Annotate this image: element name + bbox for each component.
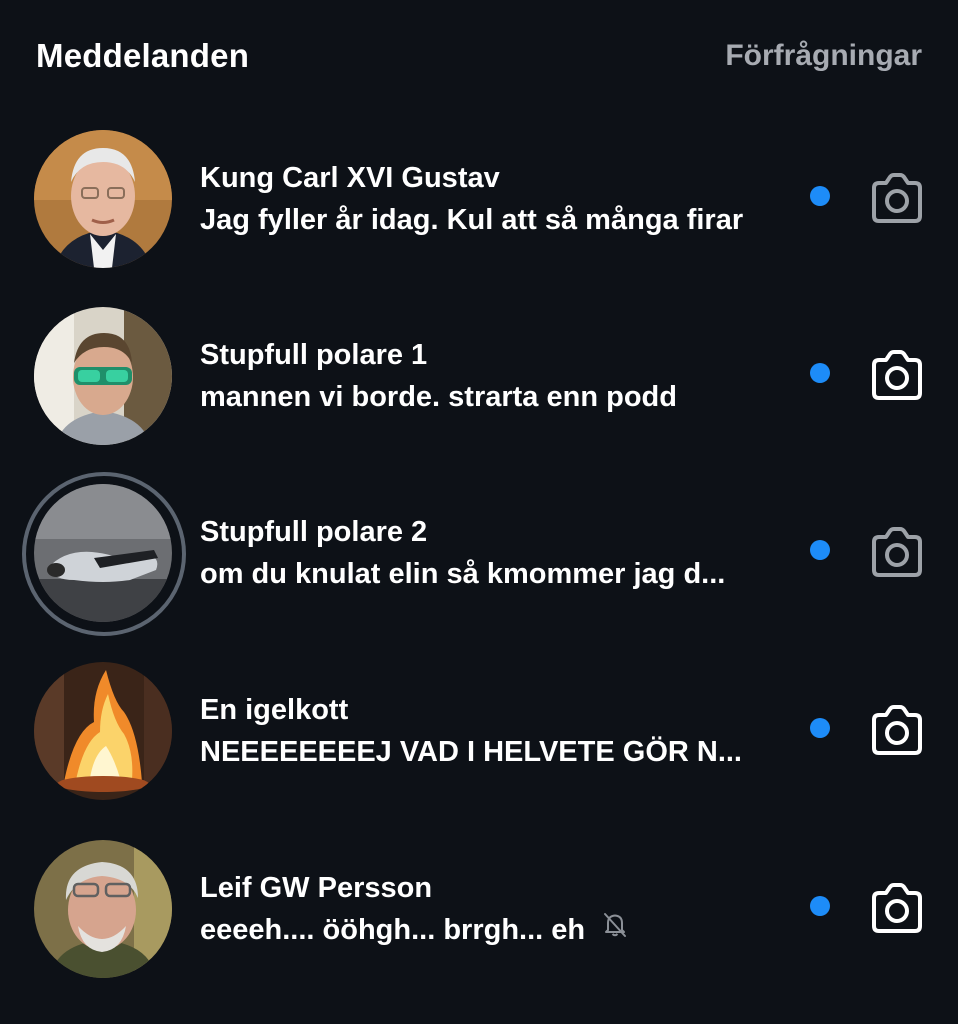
camera-button[interactable] — [868, 172, 926, 226]
thread-name: En igelkott — [200, 694, 349, 726]
thread-preview: Jag fyller år idag. Kul att så många fir… — [200, 204, 744, 236]
thread-preview: eeeeh.... ööhgh... brrgh... eh — [200, 912, 629, 948]
thread-name: Stupfull polare 2 — [200, 516, 428, 548]
avatar[interactable] — [22, 472, 186, 636]
thread-row[interactable]: En igelkott NEEEEEEEEJ VAD I HELVETE GÖR… — [0, 648, 958, 818]
thread-row[interactable]: Stupfull polare 2 om du knulat elin så k… — [0, 470, 958, 640]
camera-button[interactable] — [868, 882, 926, 936]
thread-preview: NEEEEEEEEJ VAD I HELVETE GÖR N... — [200, 736, 742, 768]
unread-indicator — [810, 186, 830, 206]
thread-row[interactable]: Stupfull polare 1 mannen vi borde. strar… — [0, 293, 958, 463]
page-title: Meddelanden — [36, 37, 250, 74]
thread-name: Kung Carl XVI Gustav — [200, 162, 500, 194]
thread-preview-text: eeeeh.... ööhgh... brrgh... eh — [200, 914, 586, 946]
avatar[interactable] — [34, 840, 172, 978]
unread-indicator — [810, 718, 830, 738]
thread-name: Stupfull polare 1 — [200, 339, 428, 371]
bell-slash-icon — [601, 912, 629, 947]
avatar[interactable] — [34, 662, 172, 800]
header: Meddelanden Förfrågningar — [0, 0, 958, 110]
camera-button[interactable] — [868, 704, 926, 758]
camera-icon — [872, 883, 922, 933]
avatar[interactable] — [34, 130, 172, 268]
camera-button[interactable] — [868, 526, 926, 580]
camera-icon — [872, 173, 922, 223]
thread-row[interactable]: Kung Carl XVI Gustav Jag fyller år idag.… — [0, 116, 958, 286]
unread-indicator — [810, 896, 830, 916]
camera-icon — [872, 705, 922, 755]
camera-icon — [872, 527, 922, 577]
thread-preview: mannen vi borde. strarta enn podd — [200, 381, 677, 413]
avatar[interactable] — [34, 307, 172, 445]
requests-link[interactable]: Förfrågningar — [725, 36, 922, 76]
camera-button[interactable] — [868, 349, 926, 403]
thread-row[interactable]: Leif GW Persson eeeeh.... ööhgh... brrgh… — [0, 826, 958, 996]
unread-indicator — [810, 363, 830, 383]
camera-icon — [872, 350, 922, 400]
unread-indicator — [810, 540, 830, 560]
thread-preview: om du knulat elin så kmommer jag d... — [200, 558, 726, 590]
thread-name: Leif GW Persson — [200, 872, 433, 904]
